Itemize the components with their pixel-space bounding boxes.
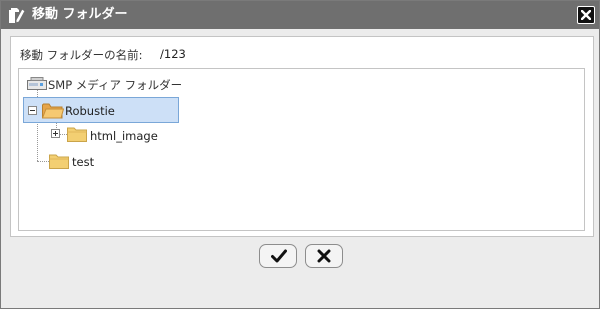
- move-folder-icon: [7, 6, 26, 25]
- tree-node-label[interactable]: test: [72, 155, 94, 169]
- drive-icon: [27, 77, 47, 94]
- dialog-titlebar[interactable]: 移動 フォルダー: [1, 1, 599, 29]
- folder-icon: [49, 153, 69, 172]
- folder-name-value: /123: [160, 47, 186, 61]
- tree-node-label[interactable]: Robustie: [65, 104, 115, 118]
- close-icon: [581, 10, 591, 20]
- expand-toggle[interactable]: [51, 129, 60, 138]
- collapse-toggle[interactable]: [28, 106, 37, 115]
- close-button[interactable]: [577, 6, 595, 24]
- folder-icon: [67, 126, 87, 145]
- x-icon: [317, 249, 331, 263]
- ok-button[interactable]: [259, 244, 297, 268]
- move-folder-dialog: 移動 フォルダー 移動 フォルダーの名前: /123 SMP メディア フォルダ…: [0, 0, 600, 309]
- folder-tree[interactable]: SMP メディア フォルダー Robustie html_image test: [18, 68, 585, 231]
- folder-open-icon: [41, 102, 65, 122]
- cancel-button[interactable]: [305, 244, 343, 268]
- dialog-title: 移動 フォルダー: [32, 7, 128, 22]
- checkmark-icon: [271, 249, 287, 263]
- folder-name-label: 移動 フォルダーの名前:: [20, 48, 143, 62]
- dialog-content: 移動 フォルダーの名前: /123 SMP メディア フォルダー Robusti…: [10, 36, 594, 237]
- tree-root-label[interactable]: SMP メディア フォルダー: [48, 77, 182, 93]
- tree-node-label[interactable]: html_image: [90, 129, 158, 143]
- tree-connector: [37, 161, 49, 162]
